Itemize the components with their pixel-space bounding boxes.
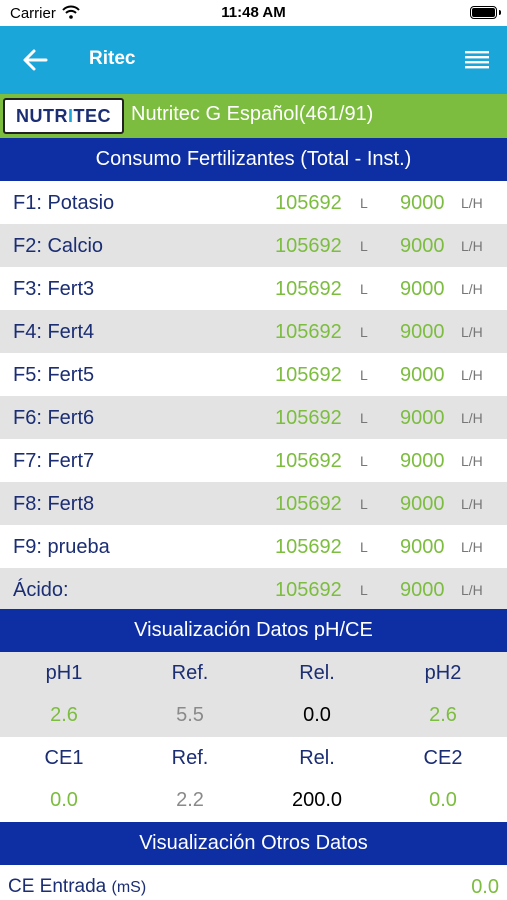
inst-value: 9000	[400, 364, 445, 386]
inst-value: 9000	[400, 493, 445, 515]
ce-entrada-value: 0.0	[471, 876, 499, 898]
ph2-value: 2.6	[429, 704, 457, 726]
fertilizer-row: F7: Fert7 105692 L 9000 L/H	[0, 439, 507, 482]
ph1-value: 2.6	[50, 704, 78, 726]
total-unit: L	[360, 367, 368, 383]
fertilizer-row: F6: Fert6 105692 L 9000 L/H	[0, 396, 507, 439]
fertilizer-name: F2: Calcio	[13, 235, 104, 257]
inst-value: 9000	[400, 407, 445, 429]
fertilizer-name: F1: Potasio	[13, 192, 115, 214]
other-data-row: CE Entrada (mS) 0.0	[0, 865, 507, 900]
ce-rel-value: 200.0	[291, 789, 343, 811]
total-unit: L	[360, 324, 368, 340]
inst-value: 9000	[400, 235, 445, 257]
fertilizer-row: F3: Fert3 105692 L 9000 L/H	[0, 267, 507, 310]
total-value: 105692	[275, 321, 342, 343]
inst-unit: L/H	[461, 238, 483, 254]
ph-value-row: 2.6 5.5 0.0 2.6	[0, 694, 507, 737]
ce-entrada-label-text: CE Entrada	[8, 876, 107, 897]
fertilizer-name: F9: prueba	[13, 536, 110, 558]
ph-rel-label: Rel.	[299, 662, 335, 684]
inst-unit: L/H	[461, 410, 483, 426]
ph-rel-value: 0.0	[303, 704, 331, 726]
back-arrow-icon[interactable]	[22, 48, 48, 72]
fertilizer-name: F8: Fert8	[13, 493, 95, 515]
inst-unit: L/H	[461, 367, 483, 383]
inst-unit: L/H	[461, 281, 483, 297]
fertilizer-row: F9: prueba 105692 L 9000 L/H	[0, 525, 507, 568]
inst-unit: L/H	[461, 539, 483, 555]
fertilizer-row: F8: Fert8 105692 L 9000 L/H	[0, 482, 507, 525]
inst-unit: L/H	[461, 324, 483, 340]
fertilizer-name: F3: Fert3	[13, 278, 95, 300]
ph-ref-value: 5.5	[176, 704, 204, 726]
total-unit: L	[360, 496, 368, 512]
inst-unit: L/H	[461, 453, 483, 469]
fertilizer-name: F5: Fert5	[13, 364, 95, 386]
device-name: Nutritec G Español(461/91)	[131, 103, 374, 125]
total-unit: L	[360, 238, 368, 254]
total-value: 105692	[275, 278, 342, 300]
fertilizer-row: F2: Calcio 105692 L 9000 L/H	[0, 224, 507, 267]
fertilizer-row: F4: Fert4 105692 L 9000 L/H	[0, 310, 507, 353]
otros-header: Visualización Otros Datos	[0, 822, 507, 865]
total-unit: L	[360, 453, 368, 469]
inst-value: 9000	[400, 450, 445, 472]
inst-value: 9000	[400, 536, 445, 558]
total-unit: L	[360, 281, 368, 297]
total-value: 105692	[275, 450, 342, 472]
ce1-label: CE1	[44, 747, 84, 769]
nav-bar: Ritec	[0, 26, 507, 94]
ce1-value: 0.0	[50, 789, 78, 811]
fertilizer-name: F6: Fert6	[13, 407, 95, 429]
fertilizer-row: Ácido: 105692 L 9000 L/H	[0, 568, 507, 611]
ph1-label: pH1	[45, 662, 83, 684]
ce-ref-label: Ref.	[171, 747, 209, 769]
inst-value: 9000	[400, 579, 445, 601]
nutritec-logo: NUTRITEC	[3, 98, 124, 134]
total-value: 105692	[275, 579, 342, 601]
clock: 11:48 AM	[221, 4, 286, 21]
ph2-label: pH2	[424, 662, 462, 684]
total-value: 105692	[275, 407, 342, 429]
fertilizer-name: F4: Fert4	[13, 321, 95, 343]
inst-value: 9000	[400, 321, 445, 343]
total-value: 105692	[275, 192, 342, 214]
menu-icon[interactable]	[465, 50, 489, 70]
ce-ref-value: 2.2	[176, 789, 204, 811]
inst-unit: L/H	[461, 195, 483, 211]
total-unit: L	[360, 539, 368, 555]
ce2-label: CE2	[423, 747, 463, 769]
total-unit: L	[360, 410, 368, 426]
total-unit: L	[360, 582, 368, 598]
nav-title: Ritec	[89, 48, 136, 69]
fertilizer-name: Ácido:	[13, 579, 69, 601]
inst-value: 9000	[400, 278, 445, 300]
ce2-value: 0.0	[429, 789, 457, 811]
total-value: 105692	[275, 536, 342, 558]
inst-unit: L/H	[461, 496, 483, 512]
device-bar: NUTRITEC Nutritec G Español(461/91)	[0, 94, 507, 138]
inst-value: 9000	[400, 192, 445, 214]
total-value: 105692	[275, 493, 342, 515]
ph-label-row: pH1 Ref. Rel. pH2	[0, 652, 507, 695]
total-value: 105692	[275, 364, 342, 386]
ce-value-row: 0.0 2.2 200.0 0.0	[0, 779, 507, 822]
ce-entrada-label: CE Entrada (mS)	[8, 876, 146, 898]
ce-entrada-unit: (mS)	[111, 879, 147, 896]
fertilizer-row: F5: Fert5 105692 L 9000 L/H	[0, 353, 507, 396]
ce-rel-label: Rel.	[299, 747, 335, 769]
inst-unit: L/H	[461, 582, 483, 598]
ph-ce-header: Visualización Datos pH/CE	[0, 609, 507, 652]
total-value: 105692	[275, 235, 342, 257]
battery-icon	[470, 6, 501, 19]
ph-ref-label: Ref.	[171, 662, 209, 684]
total-unit: L	[360, 195, 368, 211]
consumo-header: Consumo Fertilizantes (Total - Inst.)	[0, 138, 507, 181]
ce-label-row: CE1 Ref. Rel. CE2	[0, 737, 507, 780]
fertilizer-name: F7: Fert7	[13, 450, 95, 472]
status-bar: Carrier 11:48 AM	[0, 0, 507, 26]
fertilizer-row: F1: Potasio 105692 L 9000 L/H	[0, 181, 507, 224]
